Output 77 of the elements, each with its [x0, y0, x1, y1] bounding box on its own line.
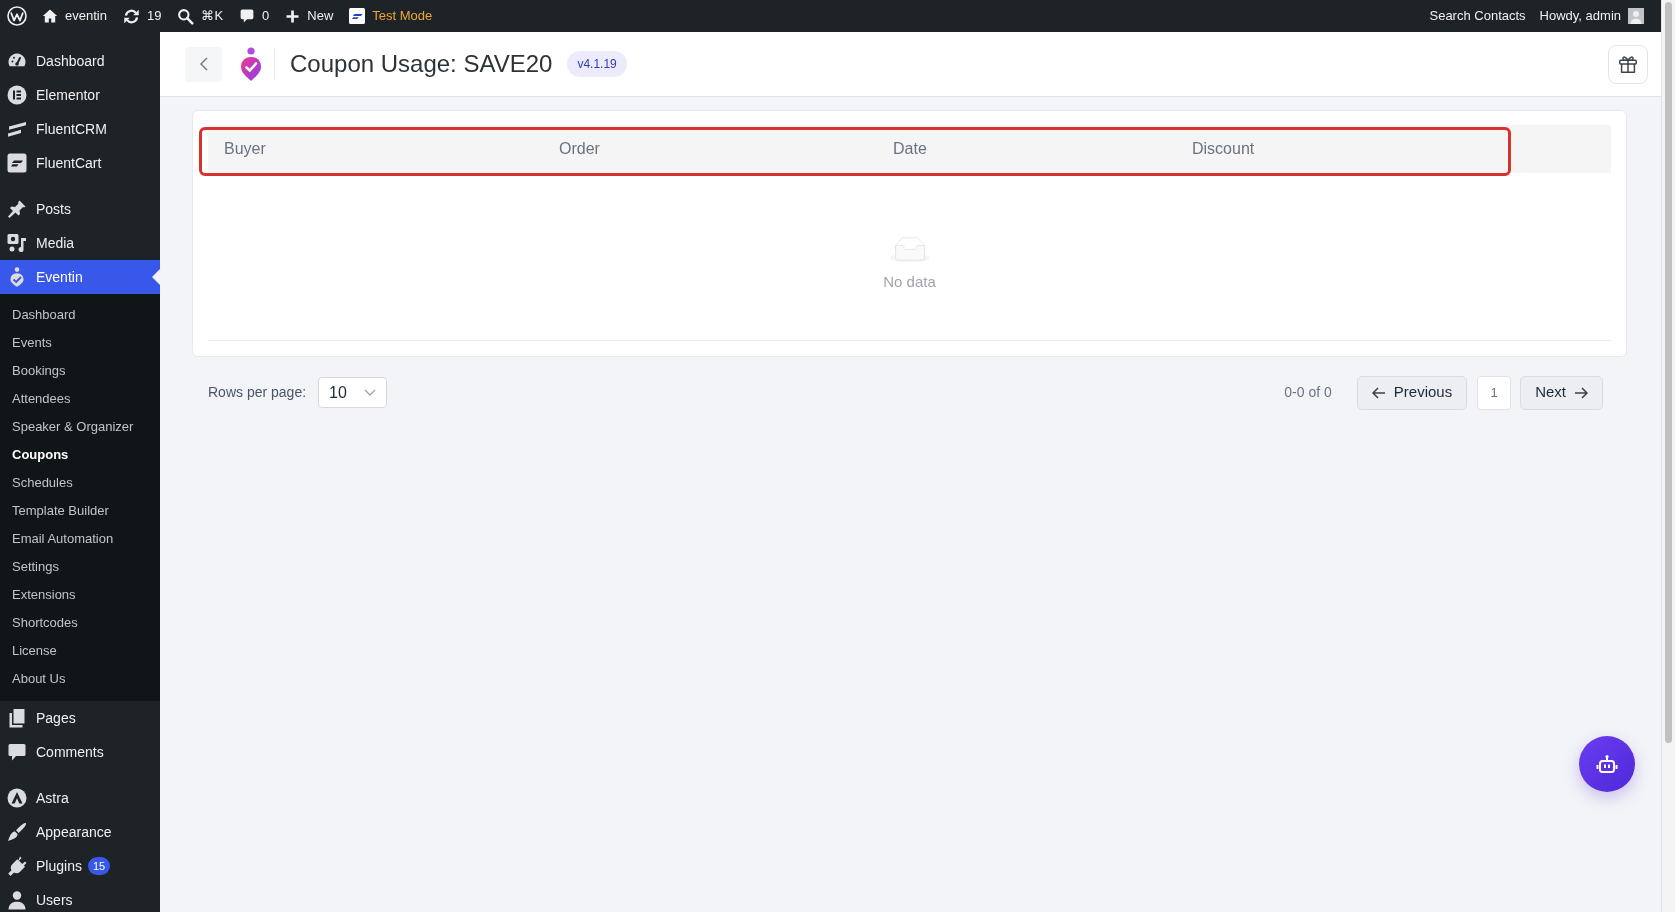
previous-button[interactable]: Previous	[1356, 375, 1468, 410]
submenu-item[interactable]: Template Builder	[0, 497, 160, 525]
menu-item[interactable]: Media	[0, 226, 160, 260]
account-menu-link[interactable]: Howdy, admin	[1532, 0, 1651, 32]
menu-item[interactable]: Dashboard	[0, 44, 160, 78]
submenu-item[interactable]: Speaker & Organizer	[0, 413, 160, 441]
submenu-item[interactable]: Extensions	[0, 581, 160, 609]
submenu-item[interactable]: About Us	[0, 665, 160, 693]
empty-message: No data	[883, 272, 936, 292]
column-header: Date	[892, 139, 928, 159]
menu-item[interactable]: Elementor	[0, 78, 160, 112]
speech-bubble-icon	[239, 8, 256, 24]
menu-item[interactable]: Appearance	[0, 815, 160, 849]
pushpin-icon	[7, 199, 27, 219]
camera-music-icon	[7, 233, 27, 253]
slanted-stripes-icon	[7, 119, 27, 139]
slash-tile-icon	[7, 153, 27, 173]
submenu-item[interactable]: Bookings	[0, 357, 160, 385]
submenu-item[interactable]: Dashboard	[0, 301, 160, 329]
person-icon	[7, 890, 27, 910]
site-link[interactable]: eventin	[34, 0, 115, 32]
plus-icon	[285, 8, 301, 24]
next-button[interactable]: Next	[1520, 375, 1603, 410]
empty-inbox-icon	[889, 237, 930, 263]
menu-item[interactable]: Users	[0, 883, 160, 912]
version-badge: v4.1.19	[567, 50, 627, 78]
gift-icon	[1617, 53, 1639, 75]
column-header: Discount	[1191, 139, 1256, 159]
slash-tile-icon	[349, 8, 366, 24]
submenu-item[interactable]: Shortcodes	[0, 609, 160, 637]
search-contacts-link[interactable]: Search Contacts	[1422, 0, 1533, 32]
submenu-item[interactable]: Events	[0, 329, 160, 357]
comments-link[interactable]: 0	[231, 0, 278, 32]
menu-item[interactable]: Posts	[0, 192, 160, 226]
update-count-badge: 15	[87, 857, 111, 875]
menu-item[interactable]: Plugins 15	[0, 849, 160, 883]
refresh-icon	[122, 7, 140, 25]
chevron-left-icon	[199, 57, 208, 71]
submenu-item[interactable]: Coupons	[0, 441, 160, 469]
bars-circle-icon	[7, 85, 27, 105]
submenu-item[interactable]: Attendees	[0, 385, 160, 413]
gift-button[interactable]	[1608, 44, 1648, 84]
page-title: Coupon Usage: SAVE20	[290, 49, 553, 79]
home-icon	[42, 8, 58, 24]
menu-item[interactable]: FluentCart	[0, 146, 160, 180]
avatar-icon	[1628, 8, 1644, 24]
app-logo-icon	[240, 47, 262, 81]
plug-icon	[7, 856, 27, 876]
submenu-item[interactable]: Email Automation	[0, 525, 160, 553]
test-mode-link[interactable]: Test Mode	[341, 0, 441, 32]
arrow-left-icon	[1371, 386, 1386, 399]
column-header: Order	[558, 139, 601, 159]
submenu-item[interactable]: Schedules	[0, 469, 160, 497]
column-header: Buyer	[223, 139, 267, 159]
arrow-right-icon	[1574, 386, 1588, 399]
search-icon	[177, 7, 195, 25]
pages-icon	[7, 708, 27, 728]
submenu-item[interactable]: License	[0, 637, 160, 665]
scrollbar-thumb[interactable]	[1665, 2, 1672, 743]
result-range: 0-0 of 0	[1284, 383, 1332, 402]
menu-item[interactable]: FluentCRM	[0, 112, 160, 146]
circle-logo-icon	[7, 6, 27, 26]
submenu-item[interactable]: Settings	[0, 553, 160, 581]
menu-item[interactable]: Eventin	[0, 260, 160, 294]
menu-item[interactable]: Pages	[0, 701, 160, 735]
paintbrush-icon	[7, 822, 27, 842]
new-content-link[interactable]: New	[277, 0, 342, 32]
updates-link[interactable]: 19	[114, 0, 170, 32]
robot-icon	[1596, 754, 1618, 774]
menu-item[interactable]: Comments	[0, 735, 160, 769]
speech-bubble-icon	[7, 742, 27, 762]
chevron-down-icon	[364, 389, 377, 396]
rows-per-page-label: Rows per page:	[208, 383, 307, 402]
rows-per-page-select[interactable]: 10	[318, 377, 388, 408]
page-number-button[interactable]: 1	[1477, 375, 1512, 410]
menu-item[interactable]: Astra	[0, 781, 160, 815]
search-shortcut-link[interactable]: ⌘K	[169, 0, 232, 32]
